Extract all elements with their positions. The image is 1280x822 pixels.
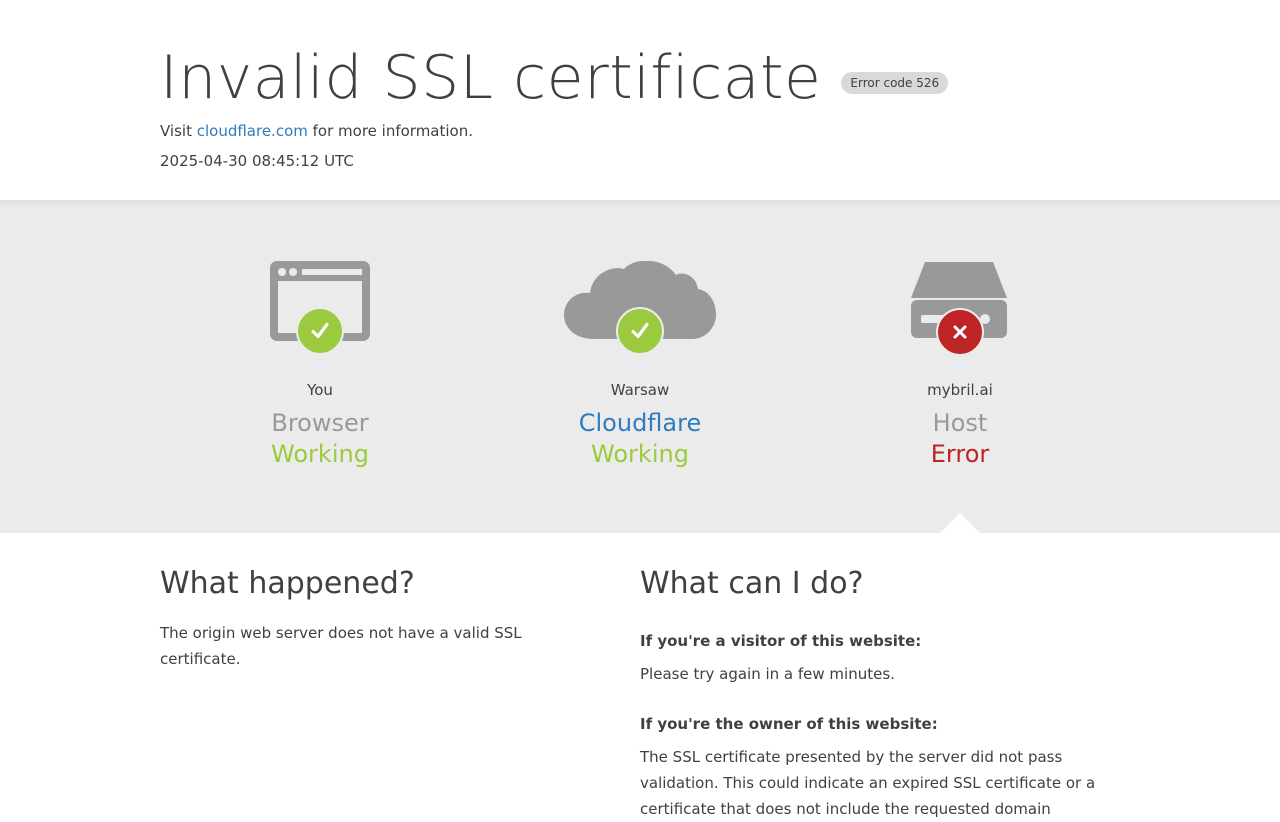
what-can-i-do-section: What can I do? If you're a visitor of th… [640,567,1120,822]
host-status: mybril.ai Host Error [800,201,1120,468]
x-icon [936,308,984,356]
error-pointer [938,513,982,535]
owner-text: The SSL certificate presented by the ser… [640,748,1096,818]
details-section: What happened? The origin web server doe… [0,533,1280,818]
browser-role: Browser [271,409,369,437]
what-happened-text: The origin web server does not have a va… [160,624,522,668]
visitor-heading: If you're a visitor of this website: [640,632,922,650]
what-happened-section: What happened? The origin web server doe… [160,567,580,672]
visit-line: Visit cloudflare.com for more informatio… [160,120,948,142]
cloudflare-status: Warsaw Cloudflare Working [480,201,800,468]
visitor-text: Please try again in a few minutes. [640,665,895,683]
check-icon [296,307,344,355]
browser-status-text: Working [271,440,369,468]
error-code-badge: Error code 526 [841,72,949,94]
what-happened-title: What happened? [160,566,415,601]
check-icon [616,307,664,355]
browser-location: You [307,381,333,399]
cloudflare-link[interactable]: cloudflare.com [197,122,308,140]
cloudflare-status-text: Working [591,440,689,468]
visit-prefix: Visit [160,122,197,140]
status-band: You Browser Working Warsaw Cloudflare Wo… [0,200,1280,535]
owner-heading: If you're the owner of this website: [640,715,938,733]
cloudflare-location: Warsaw [610,381,670,399]
timestamp: 2025-04-30 08:45:12 UTC [160,152,354,170]
header: Invalid SSL certificate Error code 526 V… [0,0,1280,200]
host-role: Host [932,409,988,437]
what-can-i-do-title: What can I do? [640,566,864,601]
visit-suffix: for more information. [307,122,473,140]
cloudflare-role: Cloudflare [578,409,702,437]
page-title: Invalid SSL certificate [160,43,822,113]
browser-status: You Browser Working [160,201,480,468]
host-location: mybril.ai [927,381,993,399]
host-status-text: Error [930,440,990,468]
